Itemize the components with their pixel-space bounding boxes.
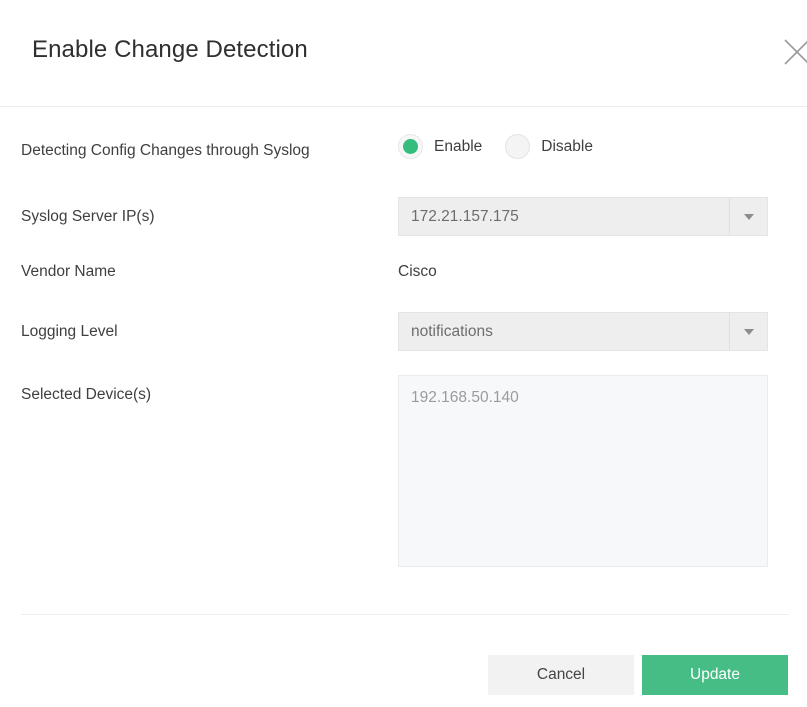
radio-enable-label: Enable	[434, 137, 483, 155]
form-row-logging-level: Logging Level notifications	[0, 312, 807, 351]
form-row-vendor: Vendor Name Cisco	[0, 262, 807, 282]
radio-enable-icon[interactable]	[398, 134, 423, 159]
logging-level-select[interactable]: notifications	[398, 312, 768, 351]
syslog-server-label: Syslog Server IP(s)	[21, 208, 155, 225]
radio-disable-icon[interactable]	[505, 134, 531, 159]
vendor-value: Cisco	[398, 263, 437, 280]
update-button[interactable]: Update	[642, 655, 788, 695]
detection-control: Enable Disable	[398, 132, 593, 159]
chevron-down-icon[interactable]	[729, 198, 767, 235]
radio-option-disable[interactable]: Disable	[505, 134, 593, 159]
close-icon[interactable]	[779, 34, 807, 70]
chevron-down-icon[interactable]	[729, 313, 767, 350]
logging-level-value: notifications	[411, 322, 493, 340]
syslog-server-value: 172.21.157.175	[411, 207, 519, 225]
syslog-server-control: 172.21.157.175	[398, 197, 768, 236]
selected-devices-control: 192.168.50.140	[398, 375, 768, 567]
detection-radio-group[interactable]: Enable Disable	[398, 132, 593, 159]
dialog-header: Enable Change Detection	[0, 0, 807, 107]
radio-option-enable[interactable]: Enable	[398, 134, 482, 159]
form-row-selected-devices: Selected Device(s) 192.168.50.140	[0, 375, 807, 567]
form-row-syslog-server: Syslog Server IP(s) 172.21.157.175	[0, 197, 807, 236]
cancel-button[interactable]: Cancel	[488, 655, 634, 695]
page-title: Enable Change Detection	[32, 36, 308, 63]
logging-level-control: notifications	[398, 312, 768, 351]
selected-devices-textarea[interactable]: 192.168.50.140	[398, 375, 768, 567]
footer-divider	[21, 614, 789, 615]
detection-label: Detecting Config Changes through Syslog	[21, 142, 310, 159]
form-row-detection: Detecting Config Changes through Syslog …	[0, 132, 807, 161]
enable-change-detection-dialog: Enable Change Detection Detecting Config…	[0, 0, 807, 707]
radio-disable-label: Disable	[541, 137, 593, 155]
dialog-footer: Cancel Update	[0, 614, 807, 707]
syslog-server-select[interactable]: 172.21.157.175	[398, 197, 768, 236]
logging-level-label: Logging Level	[21, 323, 118, 340]
footer-actions: Cancel Update	[488, 655, 788, 695]
vendor-label: Vendor Name	[21, 263, 116, 280]
vendor-control: Cisco	[398, 262, 437, 282]
selected-devices-label: Selected Device(s)	[21, 386, 152, 403]
